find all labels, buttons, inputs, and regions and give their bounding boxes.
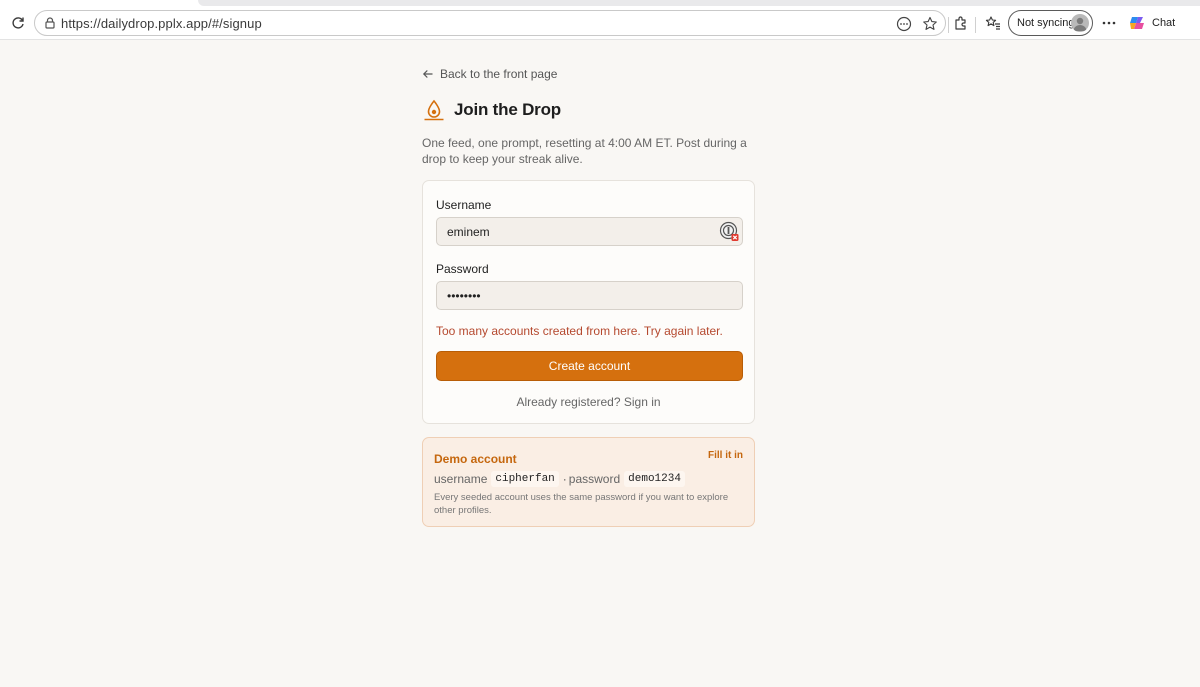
reload-icon[interactable]	[8, 6, 28, 40]
username-input[interactable]	[436, 217, 743, 246]
toolbar-separator	[975, 17, 976, 33]
profile-sync-button[interactable]: Not syncing	[1008, 10, 1093, 36]
demo-separator: ·	[562, 472, 567, 486]
demo-credentials: username cipherfan · password demo1234	[434, 471, 689, 487]
demo-password-value: demo1234	[624, 471, 685, 487]
copilot-icon	[1130, 17, 1144, 29]
toolbar-separator	[948, 17, 949, 33]
favorite-star-icon[interactable]	[921, 15, 939, 33]
page-intro: One feed, one prompt, resetting at 4:00 …	[422, 136, 747, 166]
demo-username-label: username	[434, 472, 488, 486]
username-label: Username	[436, 198, 492, 212]
demo-username-value: cipherfan	[491, 471, 559, 487]
demo-note: Every seeded account uses the same passw…	[434, 492, 729, 516]
page-title: Join the Drop	[454, 100, 561, 119]
more-icon[interactable]	[1099, 6, 1119, 40]
back-link-label: Back to the front page	[440, 67, 558, 81]
reader-mode-icon[interactable]	[895, 15, 913, 33]
sync-status-label: Not syncing	[1017, 17, 1075, 29]
page-header: Join the Drop	[422, 97, 561, 123]
copilot-chat-button[interactable]: Chat	[1128, 10, 1175, 36]
profile-avatar-icon	[1071, 14, 1089, 32]
demo-password-label: password	[568, 472, 621, 486]
password-manager-icon[interactable]	[719, 221, 739, 241]
signup-form-card: Username Password Too many accounts crea…	[422, 180, 755, 424]
arrow-left-icon	[422, 70, 433, 78]
sign-in-link[interactable]: Already registered? Sign in	[423, 395, 754, 409]
password-input[interactable]	[436, 281, 743, 310]
address-bar[interactable]: https://dailydrop.pplx.app/#/signup	[34, 10, 946, 36]
back-to-front-page-link[interactable]: Back to the front page	[422, 66, 557, 82]
demo-account-panel: Demo account Fill it in username cipherf…	[422, 437, 755, 527]
error-message: Too many accounts created from here. Try…	[436, 324, 723, 338]
fill-it-in-button[interactable]: Fill it in	[708, 450, 743, 461]
site-info-icon[interactable]	[42, 15, 58, 31]
chat-label: Chat	[1152, 17, 1176, 29]
drop-logo-icon	[424, 99, 444, 121]
url-text[interactable]: https://dailydrop.pplx.app/#/signup	[61, 16, 262, 31]
favorites-list-icon[interactable]	[983, 6, 1003, 40]
extensions-icon[interactable]	[951, 6, 971, 40]
demo-account-title: Demo account	[434, 452, 517, 466]
password-label: Password	[436, 262, 489, 276]
browser-toolbar: https://dailydrop.pplx.app/#/signup Not …	[0, 6, 1200, 40]
create-account-button[interactable]: Create account	[436, 351, 743, 381]
